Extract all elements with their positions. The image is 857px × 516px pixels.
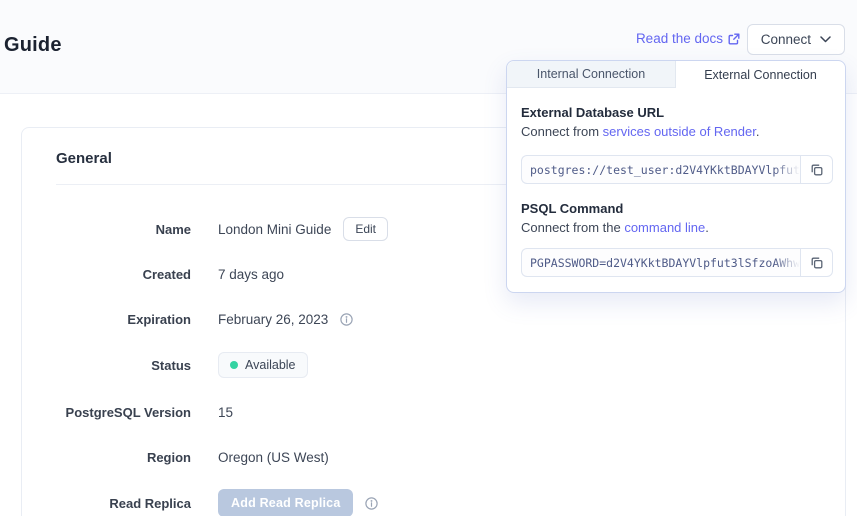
copy-external-db-url-button[interactable] [800,155,833,184]
region-value: Oregon (US West) [218,450,329,465]
tab-external-connection[interactable]: External Connection [676,61,845,88]
status-badge: Available [218,352,308,378]
row-postgresql-version: PostgreSQL Version 15 [22,398,233,426]
copy-icon [810,163,824,177]
external-db-url-description: Connect from services outside of Render. [521,124,759,139]
status-dot-icon [230,361,238,369]
database-name-value: London Mini Guide [218,222,331,237]
copy-psql-command-button[interactable] [800,248,833,277]
row-status-label: Status [22,358,191,373]
row-region-label: Region [22,450,191,465]
tab-internal-connection[interactable]: Internal Connection [507,61,676,88]
add-read-replica-button[interactable]: Add Read Replica [218,489,353,516]
row-created: Created 7 days ago [22,260,284,288]
psql-command-description: Connect from the command line. [521,220,709,235]
connect-popover: Internal Connection External Connection … [506,60,846,293]
row-created-label: Created [22,267,191,282]
page: Guide Read the docs Connect General [0,0,857,516]
psql-desc-prefix: Connect from the [521,220,624,235]
row-read-replica-label: Read Replica [22,496,191,511]
read-replica-info-icon[interactable] [365,497,378,510]
row-read-replica: Read Replica Add Read Replica [22,489,378,516]
row-version-label: PostgreSQL Version [22,405,191,420]
edit-name-button[interactable]: Edit [343,217,388,241]
external-db-desc-prefix: Connect from [521,124,603,139]
connection-tabs: Internal Connection External Connection [507,61,845,88]
expiration-info-icon[interactable] [340,313,353,326]
read-the-docs-label: Read the docs [636,31,723,46]
psql-desc-suffix: . [705,220,709,235]
row-status: Status Available [22,351,308,379]
psql-command-field-group: PGPASSWORD=d2V4YKktBDAYVlpfut3lSfzoAWhwb… [521,248,833,277]
read-the-docs-link[interactable]: Read the docs [636,31,740,46]
command-line-link[interactable]: command line [624,220,705,235]
row-name-label: Name [22,222,191,237]
psql-command-input[interactable]: PGPASSWORD=d2V4YKktBDAYVlpfut3lSfzoAWhwb… [521,248,800,277]
version-value: 15 [218,405,233,420]
page-title: Guide [4,34,62,57]
external-db-url-input[interactable]: postgres://test_user:d2V4YKktBDAYVlpfut3… [521,155,800,184]
row-region: Region Oregon (US West) [22,443,329,471]
status-badge-label: Available [245,358,296,372]
psql-command-heading: PSQL Command [521,201,623,216]
row-expiration-label: Expiration [22,312,191,327]
created-value: 7 days ago [218,267,284,282]
services-outside-render-link[interactable]: services outside of Render [603,124,756,139]
external-db-url-heading: External Database URL [521,105,664,120]
chevron-down-icon [820,36,831,43]
connect-button-label: Connect [761,32,811,47]
copy-icon [810,256,824,270]
external-db-url-field-group: postgres://test_user:d2V4YKktBDAYVlpfut3… [521,155,833,184]
general-card-heading: General [56,150,112,167]
connect-button[interactable]: Connect [747,24,845,55]
expiration-value: February 26, 2023 [218,312,328,327]
row-name: Name London Mini Guide Edit [22,215,388,243]
external-db-desc-suffix: . [756,124,760,139]
external-link-icon [728,33,740,45]
row-expiration: Expiration February 26, 2023 [22,305,353,333]
